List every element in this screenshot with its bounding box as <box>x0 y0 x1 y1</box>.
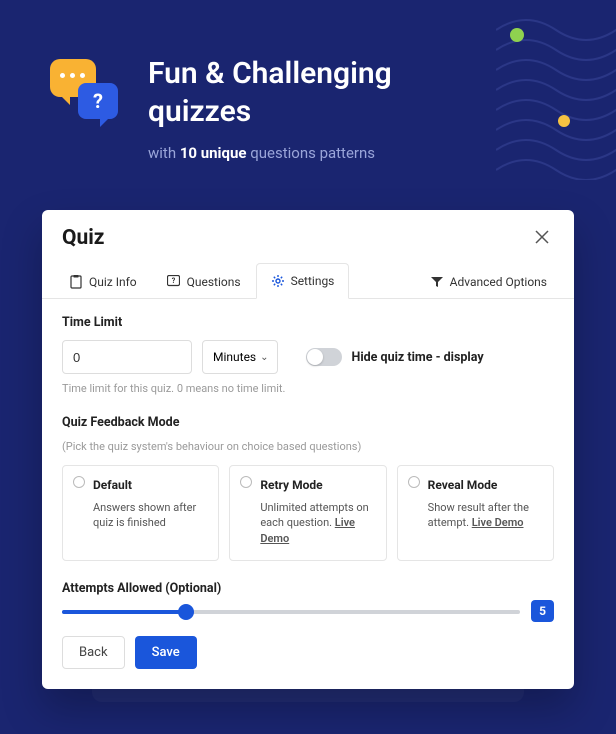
time-limit-label: Time Limit <box>62 315 554 330</box>
radio-icon <box>240 476 252 488</box>
tab-label: Settings <box>291 274 335 288</box>
radio-icon <box>408 476 420 488</box>
mode-title: Default <box>93 478 206 492</box>
feedback-mode-label: Quiz Feedback Mode <box>62 415 554 430</box>
tab-quiz-info[interactable]: Quiz Info <box>54 263 152 299</box>
mode-desc: Show result after the attempt. Live Demo <box>428 500 541 531</box>
slider-thumb[interactable] <box>178 604 194 620</box>
time-limit-input[interactable] <box>62 340 192 374</box>
quiz-chat-icon: ? <box>50 59 120 129</box>
tabs-bar: Quiz Info ? Questions Settings Advanced … <box>42 262 574 299</box>
feedback-mode-reveal[interactable]: Reveal Mode Show result after the attemp… <box>397 465 554 561</box>
decorative-dot-yellow <box>558 115 570 127</box>
tab-advanced-options[interactable]: Advanced Options <box>415 263 562 299</box>
modal-title: Quiz <box>62 226 104 250</box>
clipboard-icon <box>69 275 83 289</box>
chevron-down-icon: ⌄ <box>260 352 268 363</box>
mode-title: Retry Mode <box>260 478 373 492</box>
hero-section: ? Fun & Challenging quizzes with 10 uniq… <box>50 55 392 162</box>
back-button[interactable]: Back <box>62 636 125 669</box>
mode-title: Reveal Mode <box>428 478 541 492</box>
tab-settings[interactable]: Settings <box>256 263 350 299</box>
hide-time-toggle[interactable] <box>306 348 342 366</box>
gear-icon <box>271 274 285 288</box>
tab-questions[interactable]: ? Questions <box>152 263 256 299</box>
save-button[interactable]: Save <box>135 636 197 669</box>
question-icon: ? <box>167 275 181 289</box>
live-demo-link[interactable]: Live Demo <box>472 516 524 529</box>
tab-label: Advanced Options <box>450 275 547 289</box>
feedback-mode-default[interactable]: Default Answers shown after quiz is fini… <box>62 465 219 561</box>
attempts-label: Attempts Allowed (Optional) <box>62 581 554 596</box>
time-unit-value: Minutes <box>213 350 256 364</box>
feedback-mode-retry[interactable]: Retry Mode Unlimited attempts on each qu… <box>229 465 386 561</box>
hero-subtitle: with 10 unique questions patterns <box>148 144 392 162</box>
quiz-settings-modal: Quiz Quiz Info ? Questions Settings <box>42 210 574 689</box>
time-limit-hint: Time limit for this quiz. 0 means no tim… <box>62 382 554 395</box>
attempts-value: 5 <box>531 600 554 622</box>
hide-time-label: Hide quiz time - display <box>352 350 484 365</box>
hero-title: Fun & Challenging quizzes <box>148 55 392 130</box>
svg-text:?: ? <box>172 277 176 285</box>
close-icon <box>534 229 550 245</box>
attempts-slider[interactable] <box>62 610 520 614</box>
mode-desc: Unlimited attempts on each question. Liv… <box>260 500 373 546</box>
tab-label: Questions <box>187 275 241 289</box>
radio-icon <box>73 476 85 488</box>
filter-icon <box>430 275 444 289</box>
close-button[interactable] <box>530 224 554 252</box>
time-unit-select[interactable]: Minutes ⌄ <box>202 340 278 374</box>
decorative-dot-green <box>510 28 524 42</box>
mode-desc: Answers shown after quiz is finished <box>93 500 206 531</box>
feedback-mode-hint: (Pick the quiz system's behaviour on cho… <box>62 440 554 453</box>
tab-label: Quiz Info <box>89 275 137 289</box>
